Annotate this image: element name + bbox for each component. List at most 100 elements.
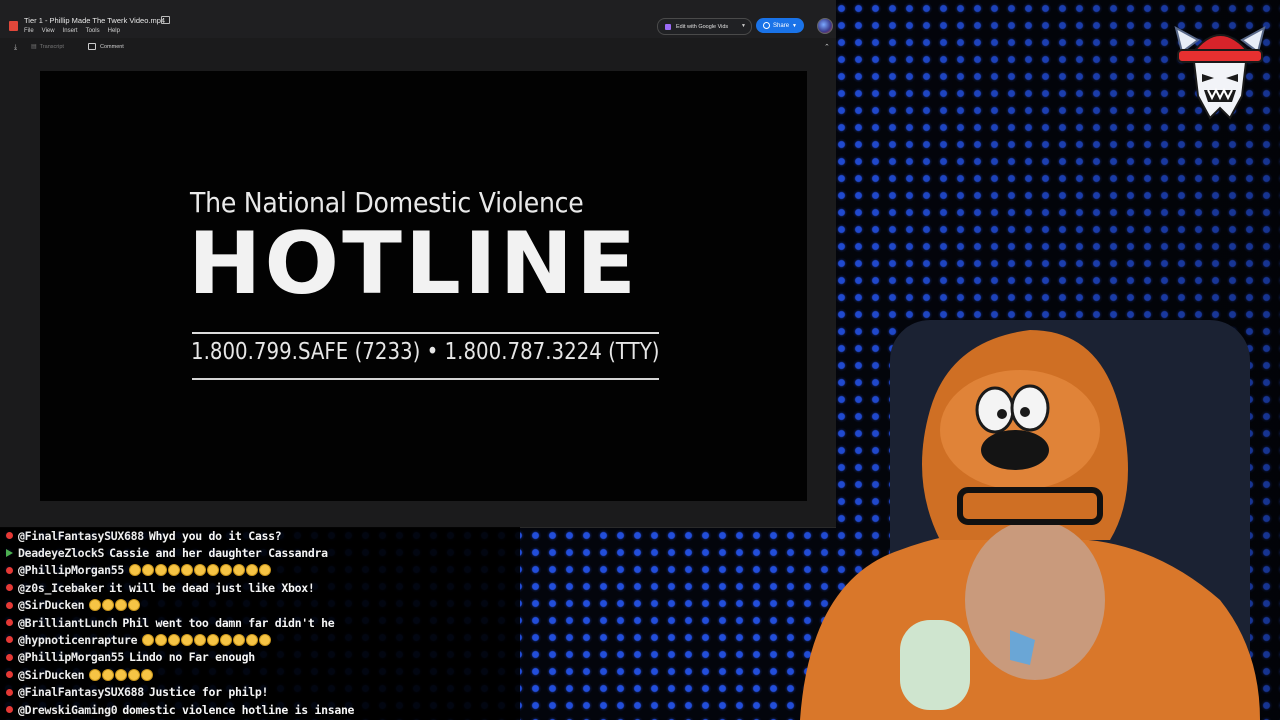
chat-text: Phil went too damn far didn't he xyxy=(122,615,335,630)
account-avatar[interactable] xyxy=(817,18,833,34)
chat-username: @FinalFantasySUX688 xyxy=(18,528,144,543)
video-file-icon xyxy=(9,21,18,31)
chat-message: @PhillipMorgan55 xyxy=(6,562,271,579)
menu-help[interactable]: Help xyxy=(108,28,120,34)
emoji-row xyxy=(128,564,271,577)
laughing-emoji-icon xyxy=(246,633,259,646)
laughing-emoji-icon xyxy=(167,564,180,577)
chat-message: @BrilliantLunch Phil went too damn far di… xyxy=(6,614,335,631)
transcript-button[interactable]: ▤ Transcript xyxy=(31,43,64,51)
chat-username: @FinalFantasySUX688 xyxy=(18,685,144,700)
youtube-badge-icon xyxy=(6,688,13,696)
laughing-emoji-icon xyxy=(102,668,115,681)
chat-username: @z0s_Icebaker xyxy=(18,580,105,595)
chat-username: @BrilliantLunch xyxy=(18,615,118,630)
chat-message: @PhillipMorgan55 Lindo no Far enough xyxy=(6,649,255,666)
chat-message: @z0s_Icebaker it will be dead just like X… xyxy=(6,579,315,596)
chat-username: @DrewskiGaming0 xyxy=(18,702,118,717)
chat-text: Whyd you do it Cass? xyxy=(148,528,282,543)
laughing-emoji-icon xyxy=(180,564,193,577)
youtube-badge-icon xyxy=(6,619,13,626)
file-title: Tier 1 - Phillip Made The Twerk Video.mp… xyxy=(24,16,166,25)
laughing-emoji-icon xyxy=(155,633,168,646)
vids-icon xyxy=(665,23,671,30)
menu-bar: File View Insert Tools Help xyxy=(24,28,120,34)
chat-username: @PhillipMorgan55 xyxy=(18,563,124,578)
youtube-badge-icon xyxy=(6,566,13,574)
channel-logo xyxy=(1174,26,1266,120)
chat-message: @DrewskiGaming0 domestic violence hotline… xyxy=(6,701,354,718)
youtube-badge-icon xyxy=(6,653,13,661)
laughing-emoji-icon xyxy=(89,668,102,681)
laughing-emoji-icon xyxy=(115,599,128,612)
laughing-emoji-icon xyxy=(128,564,141,577)
youtube-badge-icon xyxy=(6,584,13,592)
laughing-emoji-icon xyxy=(220,633,233,646)
youtube-badge-icon xyxy=(6,706,13,713)
laughing-emoji-icon xyxy=(141,564,154,577)
video-player[interactable]: The National Domestic Violence HOTLINE 1… xyxy=(40,71,807,501)
chat-text: Justice for philp! xyxy=(148,685,269,700)
chat-message: @SirDucken xyxy=(6,597,141,614)
chat-username: @SirDucken xyxy=(18,667,85,682)
youtube-badge-icon xyxy=(6,636,13,644)
emoji-row xyxy=(89,668,154,681)
laughing-emoji-icon xyxy=(102,599,115,612)
streamer-webcam xyxy=(800,320,1260,720)
chat-text: it will be dead just like Xbox! xyxy=(109,580,315,595)
menu-insert[interactable]: Insert xyxy=(63,28,78,34)
divider xyxy=(192,332,659,334)
hotline-numbers: 1.800.799.SAFE (7233) • 1.800.787.3224 (… xyxy=(191,339,660,365)
laughing-emoji-icon xyxy=(233,633,246,646)
chat-message: DeadeyeZlockS Cassie and her daughter Cas… xyxy=(6,544,328,561)
share-label: Share xyxy=(773,22,790,29)
laughing-emoji-icon xyxy=(154,564,167,577)
laughing-emoji-icon xyxy=(259,633,272,646)
comment-label: Comment xyxy=(100,43,124,50)
preview-toolbar xyxy=(0,38,836,58)
laughing-emoji-icon xyxy=(89,599,102,612)
menu-tools[interactable]: Tools xyxy=(86,28,100,34)
laughing-emoji-icon xyxy=(219,564,232,577)
drive-preview-window: Tier 1 - Phillip Made The Twerk Video.mp… xyxy=(0,0,836,528)
laughing-emoji-icon xyxy=(128,599,141,612)
edit-with-vids-button[interactable]: Edit with Google Vids ▼ xyxy=(657,18,752,35)
laughing-emoji-icon xyxy=(206,564,219,577)
chat-message: @FinalFantasySUX688 Whyd you do it Cass? xyxy=(6,527,282,544)
laughing-emoji-icon xyxy=(193,564,206,577)
play-badge-icon xyxy=(6,548,13,557)
menu-file[interactable]: File xyxy=(24,28,34,34)
chat-username: @PhillipMorgan55 xyxy=(18,650,124,665)
download-icon[interactable]: ⤓ xyxy=(14,44,17,52)
share-button[interactable]: Share ▼ xyxy=(756,18,804,33)
globe-icon xyxy=(763,22,771,29)
laughing-emoji-icon xyxy=(141,668,154,681)
laughing-emoji-icon xyxy=(245,564,258,577)
chevron-down-icon[interactable]: ▼ xyxy=(741,23,746,29)
chat-text: domestic violence hotline is insane xyxy=(122,702,355,717)
chat-username: @hypnoticenrapture xyxy=(18,632,138,647)
chat-message: @FinalFantasySUX688 Justice for philp! xyxy=(6,684,268,701)
emoji-row xyxy=(89,599,141,612)
comment-icon xyxy=(88,43,96,50)
chat-text: Lindo no Far enough xyxy=(128,650,255,665)
chat-overlay: @FinalFantasySUX688 Whyd you do it Cass? D… xyxy=(0,527,520,720)
chat-message: @hypnoticenrapture xyxy=(6,631,272,648)
divider xyxy=(192,378,659,380)
emoji-row xyxy=(142,633,272,646)
laughing-emoji-icon xyxy=(258,564,271,577)
laughing-emoji-icon xyxy=(194,633,207,646)
move-to-folder-icon[interactable] xyxy=(161,16,170,24)
laughing-emoji-icon xyxy=(168,633,181,646)
comment-button[interactable]: Comment xyxy=(88,43,124,50)
edit-with-vids-label: Edit with Google Vids xyxy=(676,23,729,30)
menu-view[interactable]: View xyxy=(42,28,55,34)
chevron-up-icon[interactable]: ⌃ xyxy=(824,43,830,51)
chat-username: DeadeyeZlockS xyxy=(18,545,105,560)
youtube-badge-icon xyxy=(6,601,13,609)
laughing-emoji-icon xyxy=(115,668,128,681)
transcript-icon: ▤ xyxy=(31,44,37,50)
laughing-emoji-icon xyxy=(128,668,141,681)
chevron-down-icon: ▼ xyxy=(792,22,797,29)
chat-message: @SirDucken xyxy=(6,666,154,683)
